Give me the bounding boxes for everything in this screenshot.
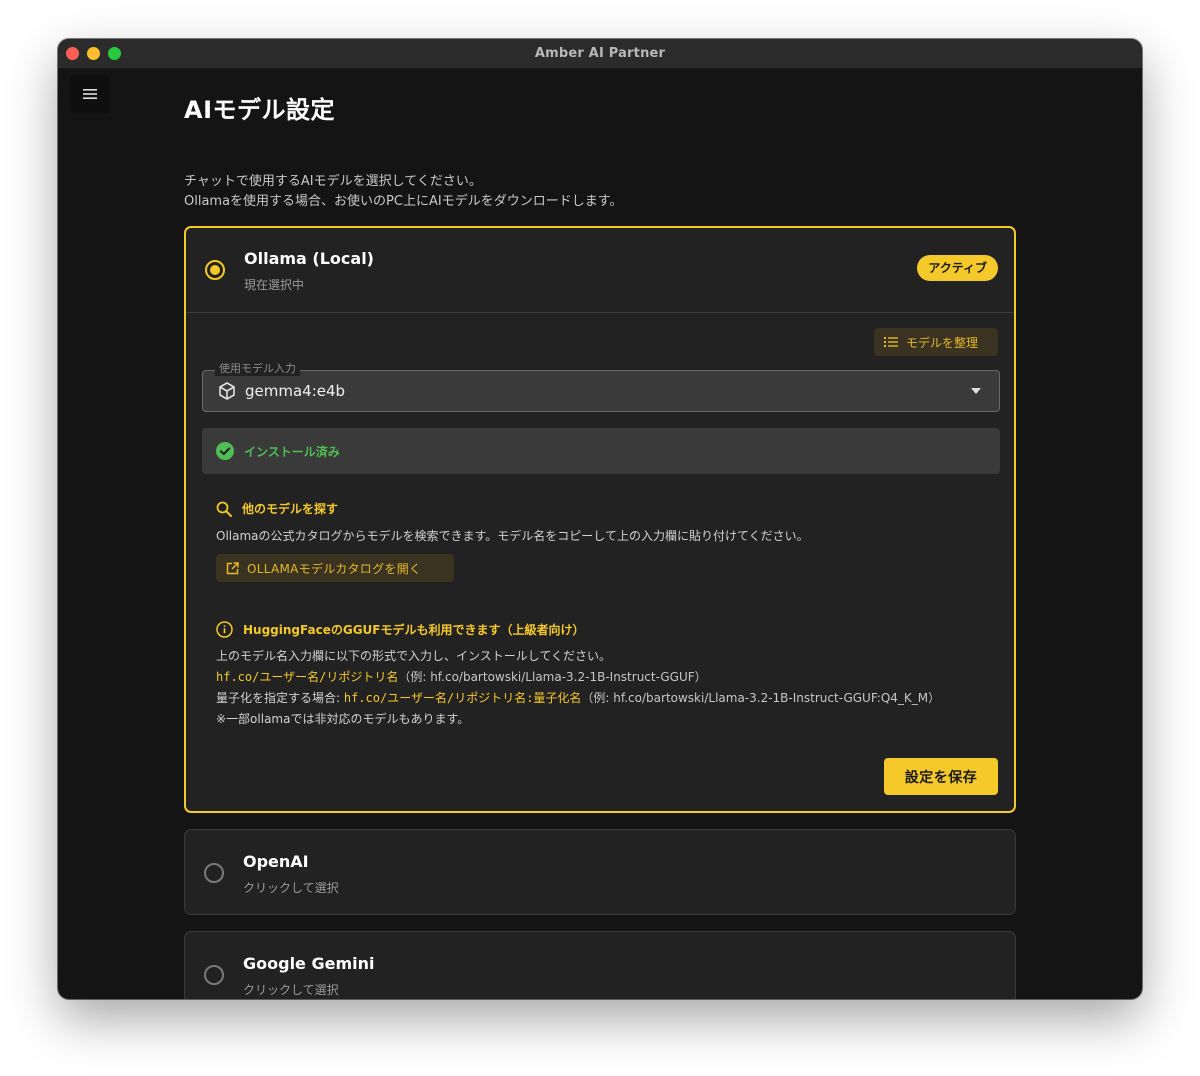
menu-icon <box>83 89 97 99</box>
huggingface-title: HuggingFaceのGGUFモデルも利用できます（上級者向け） <box>243 623 585 637</box>
find-models-title: 他のモデルを探す <box>242 502 339 516</box>
provider-subtitle: 現在選択中 <box>244 278 305 292</box>
open-catalog-button[interactable]: OLLAMAモデルカタログを開く <box>216 554 454 582</box>
page-title: AIモデル設定 <box>184 96 336 124</box>
provider-radio-ollama[interactable] <box>205 260 225 280</box>
check-circle-icon <box>216 442 234 460</box>
provider-card-gemini[interactable]: Google Gemini クリックして選択 <box>184 931 1016 999</box>
huggingface-heading: HuggingFaceのGGUFモデルも利用できます（上級者向け） <box>216 621 585 638</box>
titlebar: Amber AI Partner <box>58 39 1142 69</box>
info-icon <box>216 621 233 638</box>
save-settings-button[interactable]: 設定を保存 <box>884 758 998 795</box>
provider-card-openai[interactable]: OpenAI クリックして選択 <box>184 829 1016 915</box>
list-icon <box>884 337 898 347</box>
provider-name: Ollama (Local) <box>244 249 374 268</box>
hf-format-code: hf.co/ユーザー名/リポジトリ名 <box>216 670 399 684</box>
provider-subtitle: クリックして選択 <box>243 983 339 997</box>
hf-quant-example: （例: hf.co/bartowski/Llama-3.2-1B-Instruc… <box>581 691 941 705</box>
search-icon <box>216 501 232 517</box>
description-line: Ollamaを使用する場合、お使いのPC上にAIモデルをダウンロードします。 <box>184 194 623 209</box>
window-title: Amber AI Partner <box>534 46 666 61</box>
huggingface-format-line: hf.co/ユーザー名/リポジトリ名（例: hf.co/bartowski/Ll… <box>216 668 707 685</box>
model-input-field[interactable]: 使用モデル入力 gemma4:e4b <box>202 362 1000 412</box>
page-description: チャットで使用するAIモデルを選択してください。 Ollamaを使用する場合、お… <box>184 172 622 212</box>
menu-button[interactable] <box>70 75 110 113</box>
provider-card-ollama[interactable]: Ollama (Local) 現在選択中 アクティブ モデルを整理 使用モデル入… <box>184 226 1016 813</box>
provider-radio-gemini[interactable] <box>204 965 224 985</box>
huggingface-note: ※一部ollamaでは非対応のモデルもあります。 <box>216 712 470 726</box>
active-badge: アクティブ <box>917 255 998 281</box>
dropdown-arrow-icon[interactable] <box>971 388 981 394</box>
hf-quant-prefix: 量子化を指定する場合: <box>216 691 344 705</box>
hf-quant-code: hf.co/ユーザー名/リポジトリ名:量子化名 <box>343 691 582 705</box>
provider-card-header[interactable]: Ollama (Local) 現在選択中 アクティブ <box>186 228 1014 313</box>
provider-subtitle: クリックして選択 <box>243 881 339 895</box>
model-input-label: 使用モデル入力 <box>215 362 300 376</box>
install-status-box: インストール済み <box>202 428 1000 474</box>
settings-content: AIモデル設定 チャットで使用するAIモデルを選択してください。 Ollamaを… <box>184 68 1016 999</box>
provider-radio-openai[interactable] <box>204 863 224 883</box>
provider-name: OpenAI <box>243 852 309 871</box>
huggingface-instruction: 上のモデル名入力欄に以下の形式で入力し、インストールしてください。 <box>216 649 612 663</box>
install-status-text: インストール済み <box>244 445 340 459</box>
huggingface-quant-line: 量子化を指定する場合: hf.co/ユーザー名/リポジトリ名:量子化名（例: h… <box>216 689 940 706</box>
provider-name: Google Gemini <box>243 954 375 973</box>
organize-models-label: モデルを整理 <box>906 335 979 350</box>
hf-format-example: （例: hf.co/bartowski/Llama-3.2-1B-Instruc… <box>398 670 707 684</box>
find-models-heading: 他のモデルを探す <box>216 500 338 517</box>
description-line: チャットで使用するAIモデルを選択してください。 <box>184 174 482 189</box>
model-input-value[interactable]: gemma4:e4b <box>245 382 345 400</box>
cube-icon <box>219 382 235 400</box>
organize-models-button[interactable]: モデルを整理 <box>874 328 998 356</box>
open-external-icon <box>226 561 239 574</box>
open-catalog-label: OLLAMAモデルカタログを開く <box>247 561 422 576</box>
find-models-description: Ollamaの公式カタログからモデルを検索できます。モデル名をコピーして上の入力… <box>216 529 809 543</box>
app-window: Amber AI Partner AIモデル設定 チャットで使用するAIモデルを… <box>58 39 1142 999</box>
